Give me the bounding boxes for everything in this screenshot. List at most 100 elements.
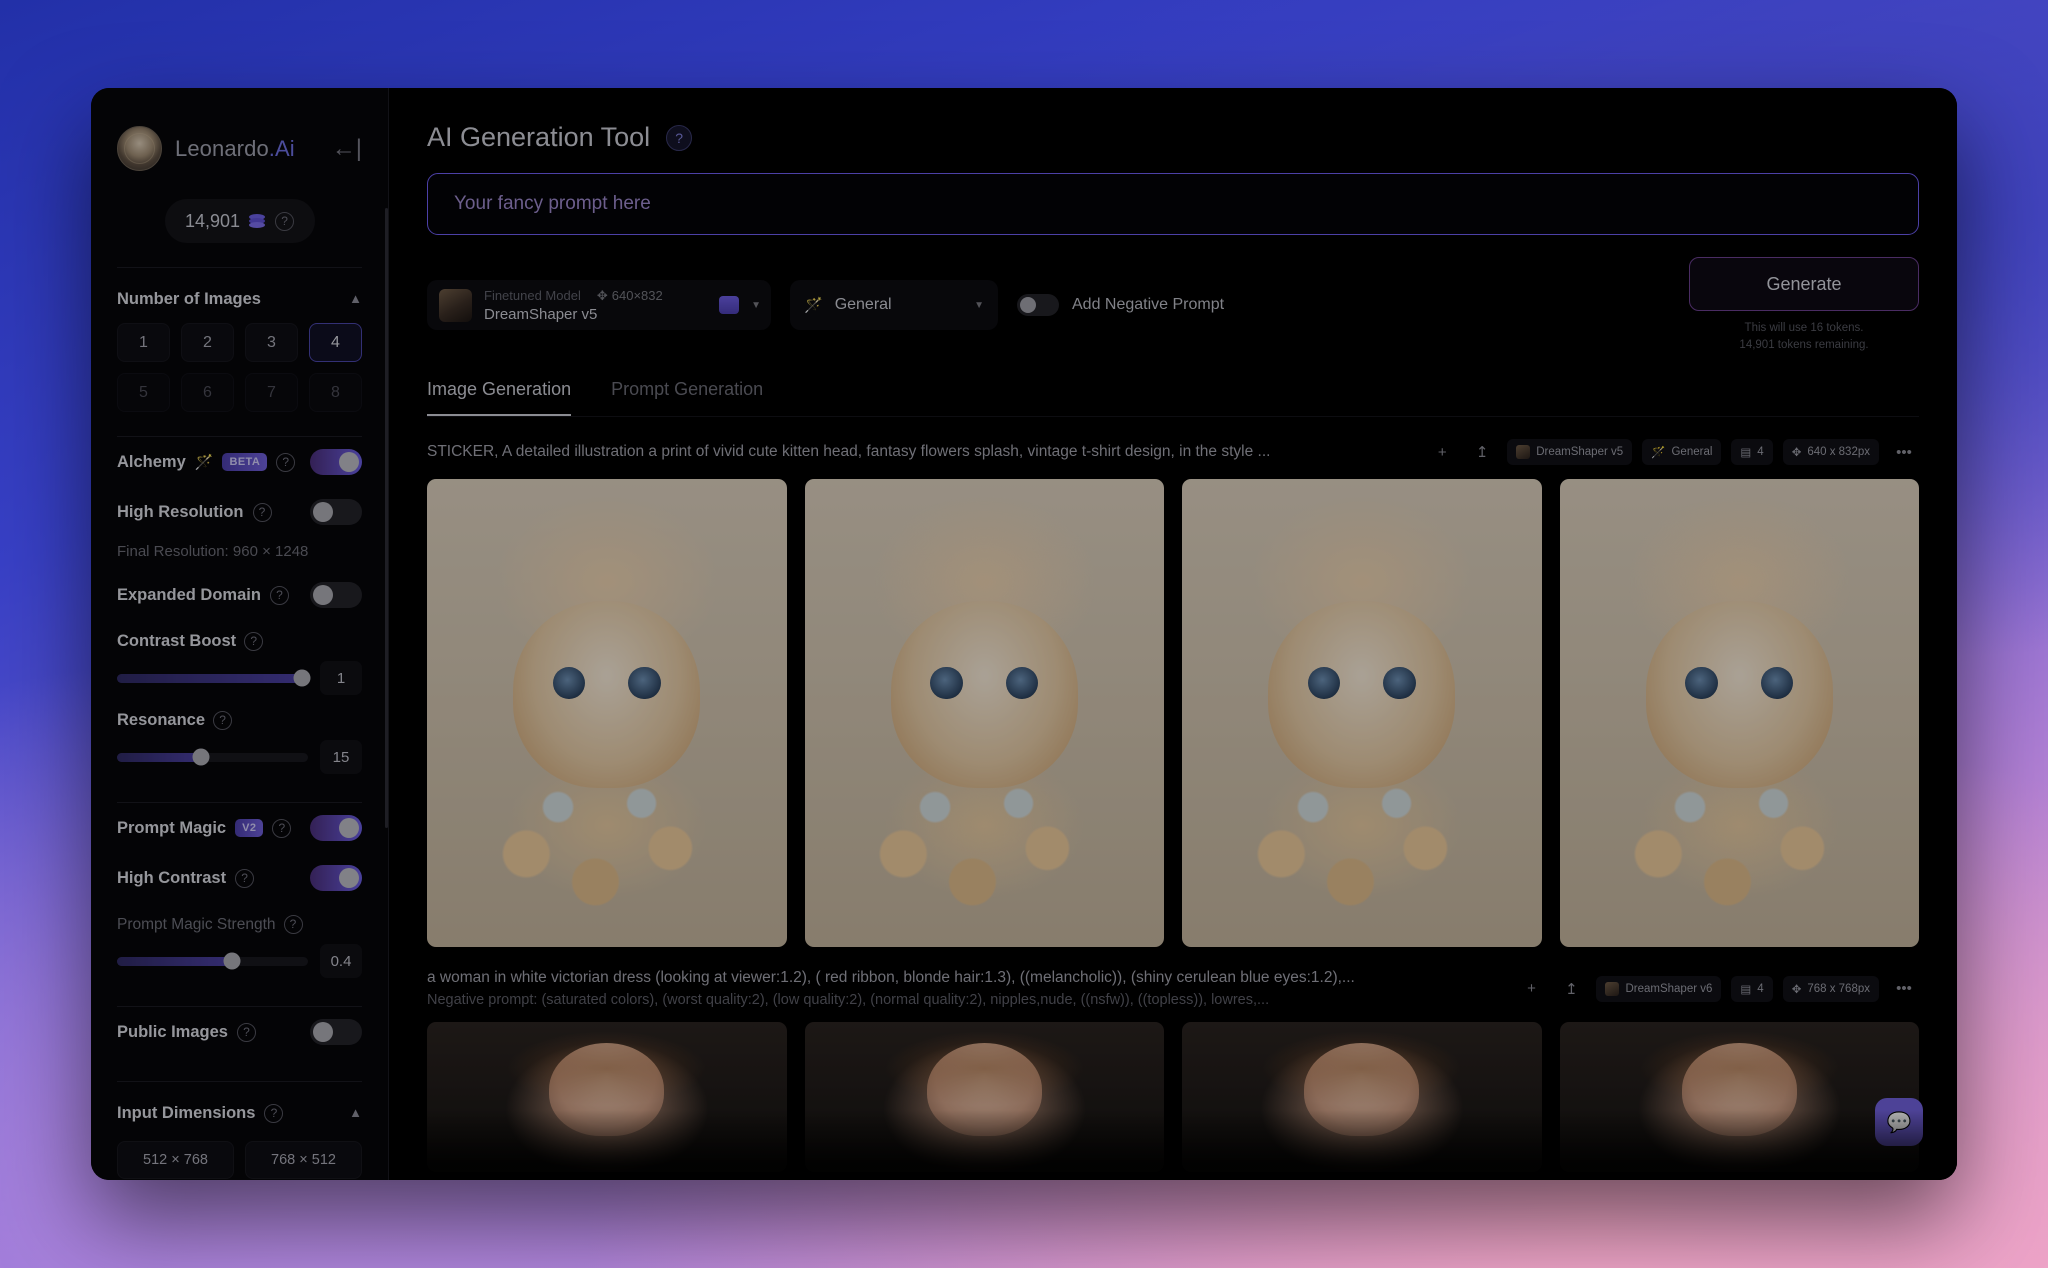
resonance-slider[interactable] xyxy=(117,748,308,766)
tag-size[interactable]: ✥ 640 x 832px xyxy=(1782,439,1879,466)
generated-image-kitten-2[interactable] xyxy=(804,479,1164,948)
tag-style[interactable]: 🪄 General xyxy=(1642,439,1722,466)
leonardo-avatar-icon xyxy=(117,126,162,171)
tag-count[interactable]: ▤ 4 xyxy=(1731,975,1773,1002)
negative-prompt-control[interactable]: Add Negative Prompt xyxy=(1017,294,1224,317)
ellipsis-icon[interactable]: ••• xyxy=(1889,976,1919,1002)
token-count: 14,901 xyxy=(184,210,241,231)
generated-image-woman-1[interactable] xyxy=(427,1022,787,1173)
high-contrast-toggle[interactable] xyxy=(310,865,362,891)
images-icon: ▤ xyxy=(1740,447,1752,460)
result-header: STICKER, A detailed illustration a print… xyxy=(427,417,1919,479)
collapse-left-icon[interactable]: ←| xyxy=(332,136,362,161)
tag-count[interactable]: ▤ 4 xyxy=(1731,439,1773,466)
style-name: General xyxy=(834,296,892,314)
tag-model[interactable]: DreamShaper v5 xyxy=(1507,439,1633,466)
help-circle-icon[interactable]: ? xyxy=(213,711,233,730)
brand-name: Leonardo.Ai xyxy=(175,136,295,162)
page-title-row: AI Generation Tool ? xyxy=(427,122,1919,153)
help-circle-icon[interactable]: ? xyxy=(235,868,255,888)
resonance-value[interactable]: 15 xyxy=(320,740,362,774)
magic-wand-icon: 🪄 xyxy=(194,454,214,471)
model-selector[interactable]: Finetuned Model ✥ 640×832 DreamShaper v5… xyxy=(427,280,771,331)
num-cell-4[interactable]: 4 xyxy=(309,323,362,362)
help-circle-icon[interactable]: ? xyxy=(244,632,264,651)
generated-image-kitten-1[interactable] xyxy=(427,479,787,948)
ellipsis-icon[interactable]: ••• xyxy=(1889,439,1919,465)
expanded-domain-toggle[interactable] xyxy=(310,582,362,608)
num-cell-8[interactable]: 8 xyxy=(309,373,362,412)
num-cell-7[interactable]: 7 xyxy=(245,373,298,412)
help-circle-icon[interactable]: ? xyxy=(275,211,295,231)
chevron-up-icon[interactable]: ▲ xyxy=(349,291,362,306)
move-arrows-icon: ✥ xyxy=(1791,447,1802,460)
image-row xyxy=(427,479,1919,948)
coin-stack-icon xyxy=(249,213,266,229)
high-resolution-toggle[interactable] xyxy=(310,499,362,525)
plus-icon[interactable]: + xyxy=(1516,976,1546,1002)
style-selector[interactable]: 🪄 General ▼ xyxy=(790,280,998,331)
resonance-label: Resonance xyxy=(117,711,206,729)
model-thumbnail-icon xyxy=(439,288,472,322)
num-cell-6[interactable]: 6 xyxy=(181,373,234,412)
tab-image-generation[interactable]: Image Generation xyxy=(427,379,572,417)
contrast-boost-value[interactable]: 1 xyxy=(320,661,362,695)
help-circle-icon[interactable]: ? xyxy=(269,585,289,605)
generated-image-kitten-3[interactable] xyxy=(1182,479,1542,948)
chevron-down-icon[interactable]: ▼ xyxy=(751,300,761,311)
prompt-magic-strength-value[interactable]: 0.4 xyxy=(320,944,362,978)
help-circle-icon[interactable]: ? xyxy=(283,915,303,934)
generate-button[interactable]: Generate xyxy=(1689,257,1919,311)
arrow-up-icon[interactable]: ↥ xyxy=(1556,976,1586,1002)
prompt-magic-toggle[interactable] xyxy=(310,815,362,841)
chevron-up-icon[interactable]: ▲ xyxy=(349,1105,362,1120)
expanded-domain-row: Expanded Domain ? xyxy=(117,570,362,620)
tab-prompt-generation[interactable]: Prompt Generation xyxy=(611,379,763,416)
help-circle-icon[interactable]: ? xyxy=(276,452,296,472)
plus-icon[interactable]: + xyxy=(1427,439,1457,465)
token-pill[interactable]: 14,901 ? xyxy=(164,199,315,243)
help-circle-icon[interactable]: ? xyxy=(666,124,693,151)
sidebar-scrollbar[interactable] xyxy=(385,208,388,828)
resonance-slider-row: 15 xyxy=(117,730,362,778)
result-prompt-text: STICKER, A detailed illustration a print… xyxy=(427,443,1271,461)
result-block-woman: a woman in white victorian dress (lookin… xyxy=(389,947,1957,1173)
negative-prompt-toggle[interactable] xyxy=(1017,294,1059,317)
help-circle-icon[interactable]: ? xyxy=(252,502,272,522)
generated-image-woman-3[interactable] xyxy=(1182,1022,1542,1173)
generated-image-kitten-4[interactable] xyxy=(1559,479,1919,948)
prompt-input[interactable]: Your fancy prompt here xyxy=(427,173,1919,235)
tag-size[interactable]: ✥ 768 x 768px xyxy=(1782,975,1879,1002)
chevron-down-icon[interactable]: ▼ xyxy=(974,300,984,311)
dim-preset-512x768[interactable]: 512 × 768 xyxy=(117,1141,234,1179)
tag-model[interactable]: DreamShaper v6 xyxy=(1596,975,1722,1002)
contrast-boost-slider[interactable] xyxy=(117,669,311,687)
help-circle-icon[interactable]: ? xyxy=(264,1104,284,1123)
num-cell-2[interactable]: 2 xyxy=(181,323,234,362)
num-cell-5[interactable]: 5 xyxy=(117,373,170,412)
controls-row: Finetuned Model ✥ 640×832 DreamShaper v5… xyxy=(427,257,1919,353)
final-resolution-text: Final Resolution: 960 × 1248 xyxy=(117,543,309,560)
preset-card-icon[interactable] xyxy=(719,296,740,315)
num-cell-3[interactable]: 3 xyxy=(245,323,298,362)
model-dimensions-text: 640×832 xyxy=(611,288,663,304)
public-images-toggle[interactable] xyxy=(310,1019,362,1045)
prompt-magic-strength-slider-row: 0.4 xyxy=(117,934,362,982)
high-contrast-row: High Contrast ? xyxy=(117,853,362,903)
help-circle-icon[interactable]: ? xyxy=(236,1022,256,1042)
dim-preset-768x512[interactable]: 768 × 512 xyxy=(245,1141,362,1179)
generated-image-woman-2[interactable] xyxy=(804,1022,1164,1173)
arrow-up-icon[interactable]: ↥ xyxy=(1467,439,1497,465)
number-of-images-header[interactable]: Number of Images ▲ xyxy=(117,268,362,323)
tag-model-label: DreamShaper v6 xyxy=(1625,982,1713,995)
generated-image-woman-4[interactable] xyxy=(1559,1022,1919,1173)
num-cell-1[interactable]: 1 xyxy=(117,323,170,362)
chat-bubble-icon[interactable]: 💬 xyxy=(1875,1098,1923,1146)
image-row xyxy=(427,1022,1919,1173)
prompt-magic-strength-slider[interactable] xyxy=(117,952,308,970)
help-circle-icon[interactable]: ? xyxy=(272,818,292,838)
model-thumbnail-icon xyxy=(1516,445,1531,460)
section-title: Number of Images xyxy=(117,290,261,308)
input-dimensions-header[interactable]: Input Dimensions ? ▲ xyxy=(117,1082,362,1137)
alchemy-toggle[interactable] xyxy=(310,449,362,475)
